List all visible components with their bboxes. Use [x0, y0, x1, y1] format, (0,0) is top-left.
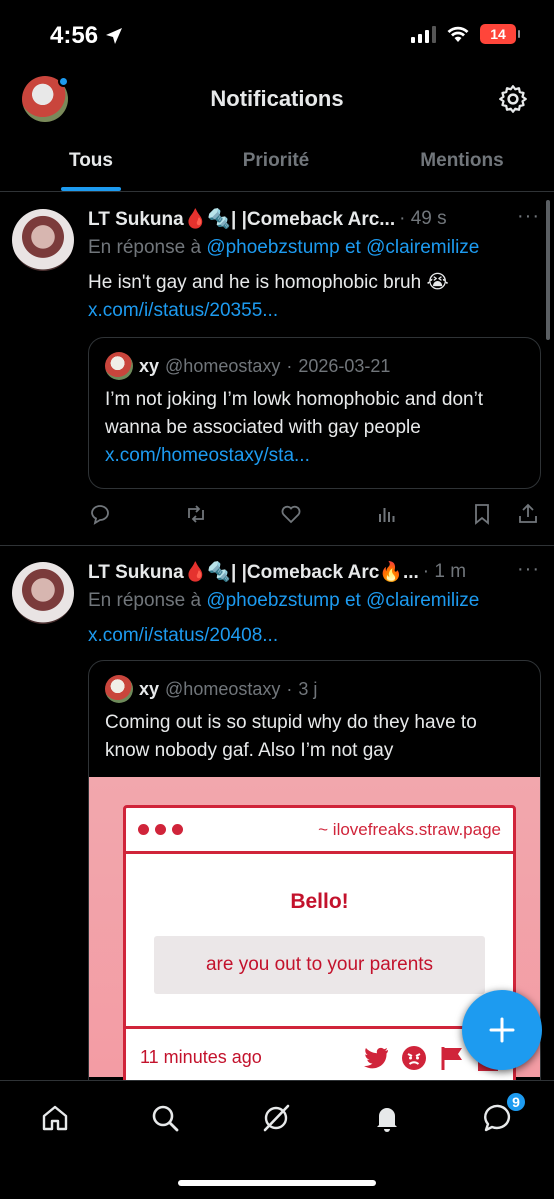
post-actions: [88, 499, 540, 529]
quoted-name: xy: [139, 355, 160, 376]
post-time: 1 m: [434, 561, 467, 582]
nav-messages[interactable]: 9: [481, 1091, 527, 1135]
quoted-avatar: [105, 675, 133, 703]
mention-link[interactable]: @phoebzstump: [206, 590, 339, 611]
messages-badge: 9: [505, 1091, 527, 1113]
post-time: 49 s: [410, 208, 447, 229]
notification-tabs: Tous Priorité Mentions: [0, 136, 554, 192]
quoted-handle: @homeostaxy: [165, 678, 281, 699]
author-avatar[interactable]: [12, 562, 74, 624]
reply-context: En réponse à @phoebzstump et @clairemili…: [88, 237, 480, 258]
card-time: 11 minutes ago: [140, 1047, 262, 1067]
twitter-bird-icon: [364, 1047, 388, 1068]
home-icon: [42, 1105, 68, 1131]
bell-icon: [377, 1108, 397, 1132]
nav-search[interactable]: [148, 1101, 182, 1135]
nav-home[interactable]: [38, 1101, 72, 1135]
window-dots: [138, 824, 183, 835]
share-icon[interactable]: [516, 502, 540, 526]
tab-tous[interactable]: Tous: [0, 136, 182, 191]
status-time: 4:56: [50, 22, 99, 49]
reply-icon[interactable]: [88, 502, 112, 526]
page-title: Notifications: [210, 86, 344, 111]
author-avatar[interactable]: [12, 209, 74, 271]
author-name[interactable]: LT Sukuna🩸🔩| |Comeback Arc🔥...: [88, 560, 419, 584]
grok-icon: [263, 1104, 290, 1132]
post-text: He isn't gay and he is homophobic bruh 😭…: [88, 269, 534, 325]
mention-link[interactable]: @clairemilize: [366, 237, 479, 258]
quoted-text: I’m not joking I’m lowk homophobic and d…: [105, 389, 484, 438]
gear-icon[interactable]: [498, 84, 528, 114]
repost-icon[interactable]: [184, 502, 208, 526]
post-item[interactable]: LT Sukuna🩸🔩| |Comeback Arc🔥... · 1 m ···…: [0, 546, 554, 1080]
quoted-name: xy: [139, 678, 160, 699]
search-icon: [152, 1105, 179, 1132]
quoted-avatar: [105, 352, 133, 380]
post-item[interactable]: LT Sukuna🩸🔩| |Comeback Arc... · 49 s ···…: [0, 193, 554, 545]
compose-button[interactable]: [462, 990, 542, 1070]
flag-icon: [441, 1046, 462, 1070]
card-url: ~ ilovefreaks.straw.page: [318, 819, 501, 839]
like-icon[interactable]: [279, 502, 303, 526]
straw-page-card: ~ ilovefreaks.straw.page Bello! are you …: [123, 805, 516, 1080]
card-question: are you out to your parents: [154, 936, 485, 994]
bookmark-icon[interactable]: [470, 502, 494, 526]
more-options-icon[interactable]: ···: [517, 558, 540, 581]
card-title: Bello!: [290, 890, 349, 913]
mention-link[interactable]: @clairemilize: [366, 590, 479, 611]
cellular-signal-icon: [411, 25, 436, 43]
status-bar: 4:56 14: [0, 0, 554, 72]
tab-priorite[interactable]: Priorité: [182, 136, 370, 191]
quoted-time: 2026-03-21: [298, 355, 391, 376]
post-link[interactable]: x.com/i/status/20408...: [88, 622, 534, 650]
reply-context: En réponse à @phoebzstump et @clairemili…: [88, 590, 480, 611]
post-link[interactable]: x.com/i/status/20355...: [88, 297, 534, 325]
more-options-icon[interactable]: ···: [517, 205, 540, 228]
quoted-handle: @homeostaxy: [165, 355, 281, 376]
mention-link[interactable]: @phoebzstump: [206, 237, 339, 258]
home-indicator: [178, 1180, 376, 1186]
angry-face-icon: [402, 1045, 426, 1070]
wifi-icon: [447, 26, 469, 42]
quoted-time: 3 j: [298, 678, 318, 699]
location-arrow-icon: [106, 28, 123, 44]
tab-mentions[interactable]: Mentions: [370, 136, 554, 191]
author-name[interactable]: LT Sukuna🩸🔩| |Comeback Arc...: [88, 207, 395, 231]
quoted-link[interactable]: x.com/homeostaxy/sta...: [105, 442, 524, 470]
views-icon[interactable]: [375, 502, 399, 526]
battery-indicator: 14: [480, 24, 520, 44]
quoted-text: Coming out is so stupid why do they have…: [105, 712, 477, 761]
nav-notifications[interactable]: [370, 1101, 404, 1135]
app-header: Notifications: [0, 72, 554, 128]
quoted-post[interactable]: xy @homeostaxy · 2026-03-21 I’m not joki…: [88, 337, 541, 489]
battery-level: 14: [490, 26, 506, 42]
nav-grok[interactable]: [259, 1101, 293, 1135]
compose-icon: [489, 1017, 515, 1043]
